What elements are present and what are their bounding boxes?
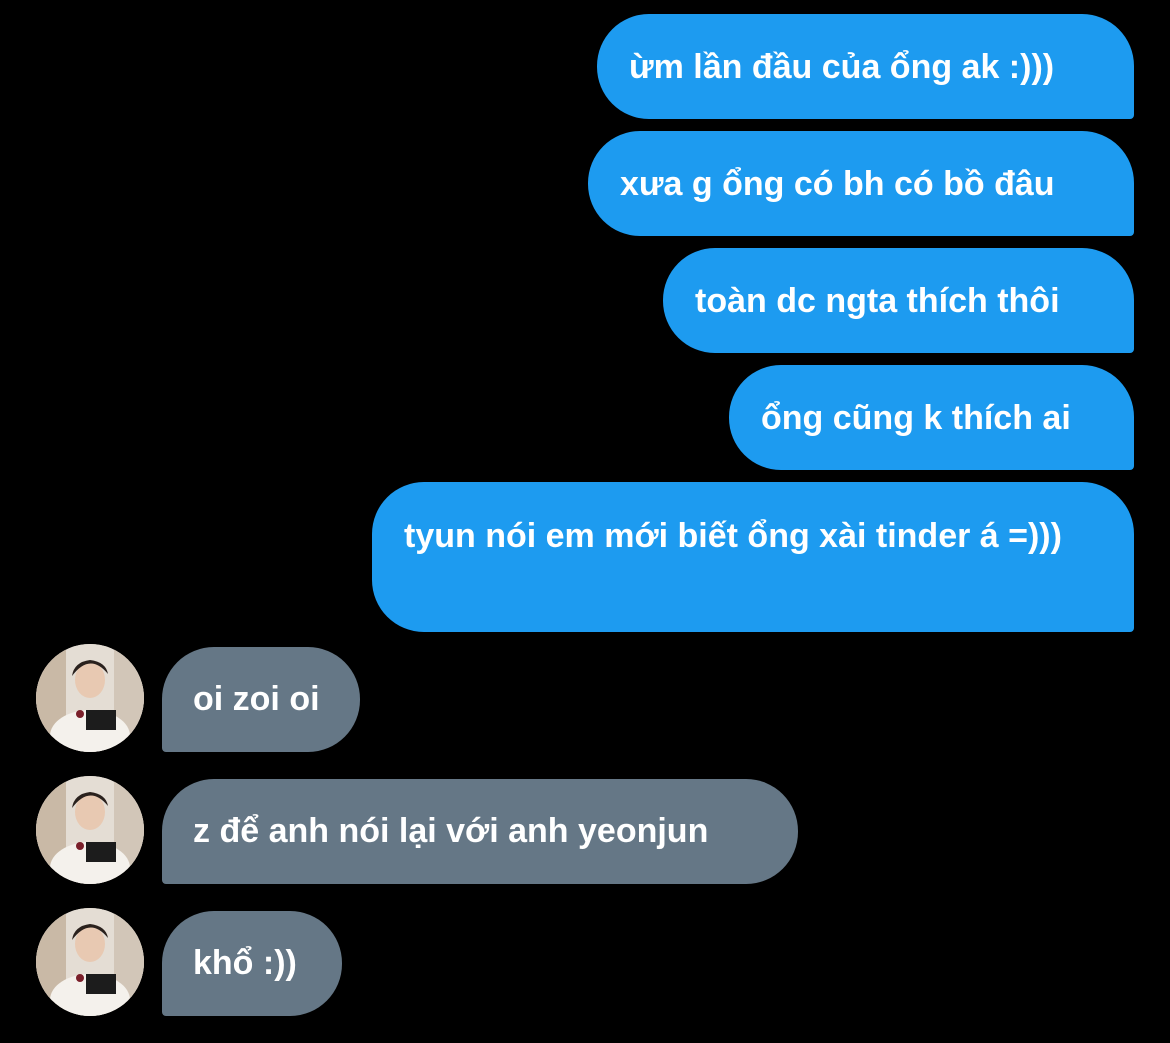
message-text: tyun nói em mới biết ổng xài tinder á =)… bbox=[404, 517, 1062, 555]
message-text: z để anh nói lại với anh yeonjun bbox=[193, 812, 709, 850]
incoming-message[interactable]: khổ :)) bbox=[162, 911, 342, 1016]
profile-photo-icon[interactable] bbox=[36, 644, 144, 752]
outgoing-message[interactable]: ổng cũng k thích ai bbox=[729, 365, 1134, 470]
message-text: oi zoi oi bbox=[193, 680, 320, 718]
outgoing-message[interactable]: ừm lần đầu của ổng ak :))) bbox=[597, 14, 1134, 119]
incoming-message[interactable]: z để anh nói lại với anh yeonjun bbox=[162, 779, 798, 884]
profile-photo-icon[interactable] bbox=[36, 776, 144, 884]
message-text: xưa g ổng có bh có bồ đâu bbox=[620, 165, 1055, 203]
outgoing-message[interactable]: tyun nói em mới biết ổng xài tinder á =)… bbox=[372, 482, 1134, 632]
message-text: ổng cũng k thích ai bbox=[761, 399, 1071, 437]
outgoing-message[interactable]: toàn dc ngta thích thôi bbox=[663, 248, 1134, 353]
profile-photo-icon[interactable] bbox=[36, 908, 144, 1016]
message-text: toàn dc ngta thích thôi bbox=[695, 282, 1060, 320]
message-text: ừm lần đầu của ổng ak :))) bbox=[629, 48, 1055, 86]
incoming-message[interactable]: oi zoi oi bbox=[162, 647, 360, 752]
outgoing-message[interactable]: xưa g ổng có bh có bồ đâu bbox=[588, 131, 1134, 236]
message-thread: ừm lần đầu của ổng ak :))) xưa g ổng có … bbox=[0, 0, 1170, 1043]
message-text: khổ :)) bbox=[193, 944, 297, 982]
